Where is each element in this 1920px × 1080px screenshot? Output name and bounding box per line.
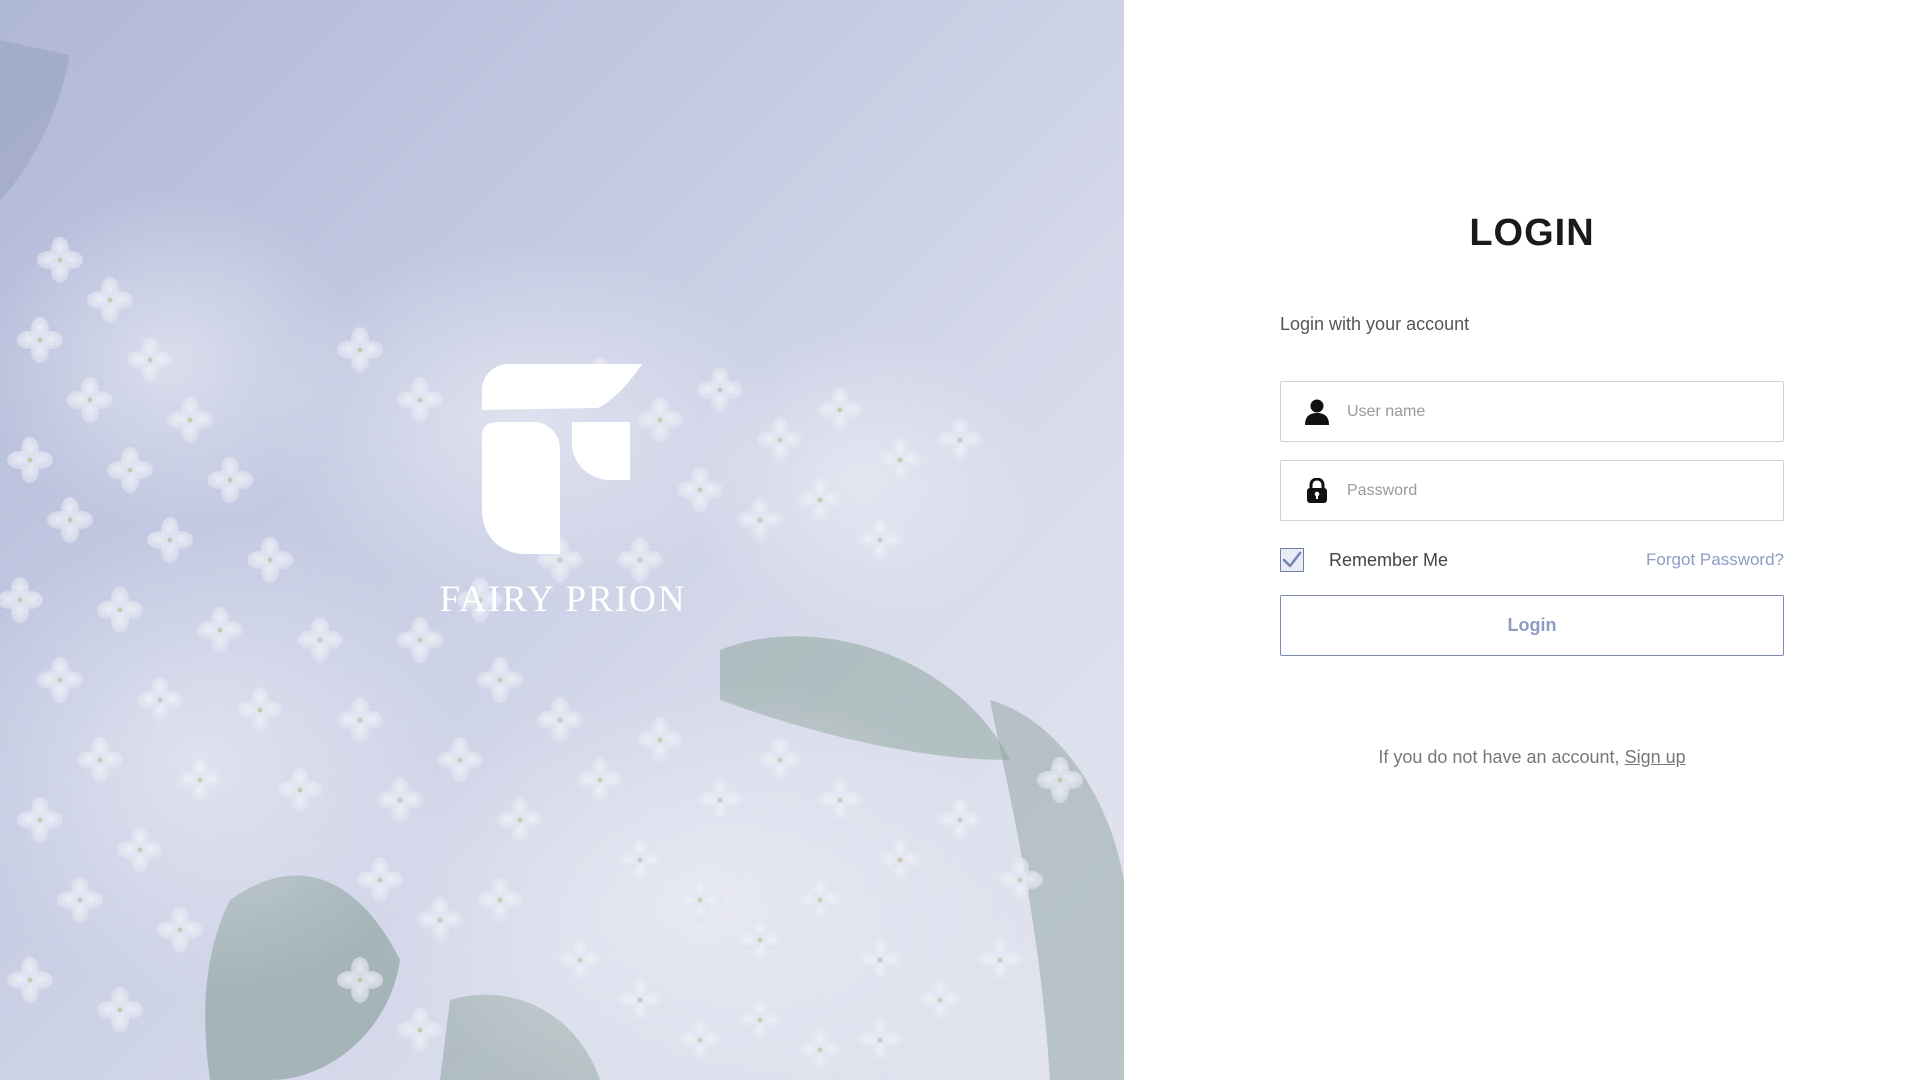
signup-prompt-text: If you do not have an account,	[1378, 747, 1625, 767]
forgot-password-link[interactable]: Forgot Password?	[1646, 550, 1784, 570]
login-title: LOGIN	[1469, 212, 1595, 254]
username-field	[1280, 381, 1784, 442]
login-page: FAIRY PRION LOGIN Login with your accoun…	[0, 0, 1920, 1080]
password-field	[1280, 460, 1784, 521]
user-icon	[1302, 397, 1332, 427]
remember-me-label: Remember Me	[1329, 549, 1449, 570]
signup-link[interactable]: Sign up	[1625, 747, 1686, 767]
login-panel: LOGIN Login with your account User name …	[1124, 0, 1920, 1080]
login-subtitle: Login with your account	[1280, 314, 1470, 334]
checkmark-icon	[1282, 551, 1302, 568]
hero-panel: FAIRY PRION	[0, 0, 1124, 1080]
remember-row: Remember Me Forgot Password?	[1280, 545, 1784, 575]
password-input[interactable]	[1347, 461, 1783, 520]
fairy-prion-logo-icon	[482, 364, 642, 554]
brand-name: FAIRY PRION	[439, 579, 687, 620]
signup-prompt: If you do not have an account, Sign up	[1280, 747, 1784, 768]
remember-me-checkbox[interactable]	[1280, 548, 1304, 572]
brand-logo: FAIRY PRION	[439, 364, 685, 621]
lock-icon	[1302, 476, 1332, 506]
remember-me-toggle[interactable]: Remember Me	[1280, 548, 1448, 572]
username-input[interactable]	[1347, 382, 1783, 441]
login-button[interactable]: Login	[1280, 595, 1784, 656]
